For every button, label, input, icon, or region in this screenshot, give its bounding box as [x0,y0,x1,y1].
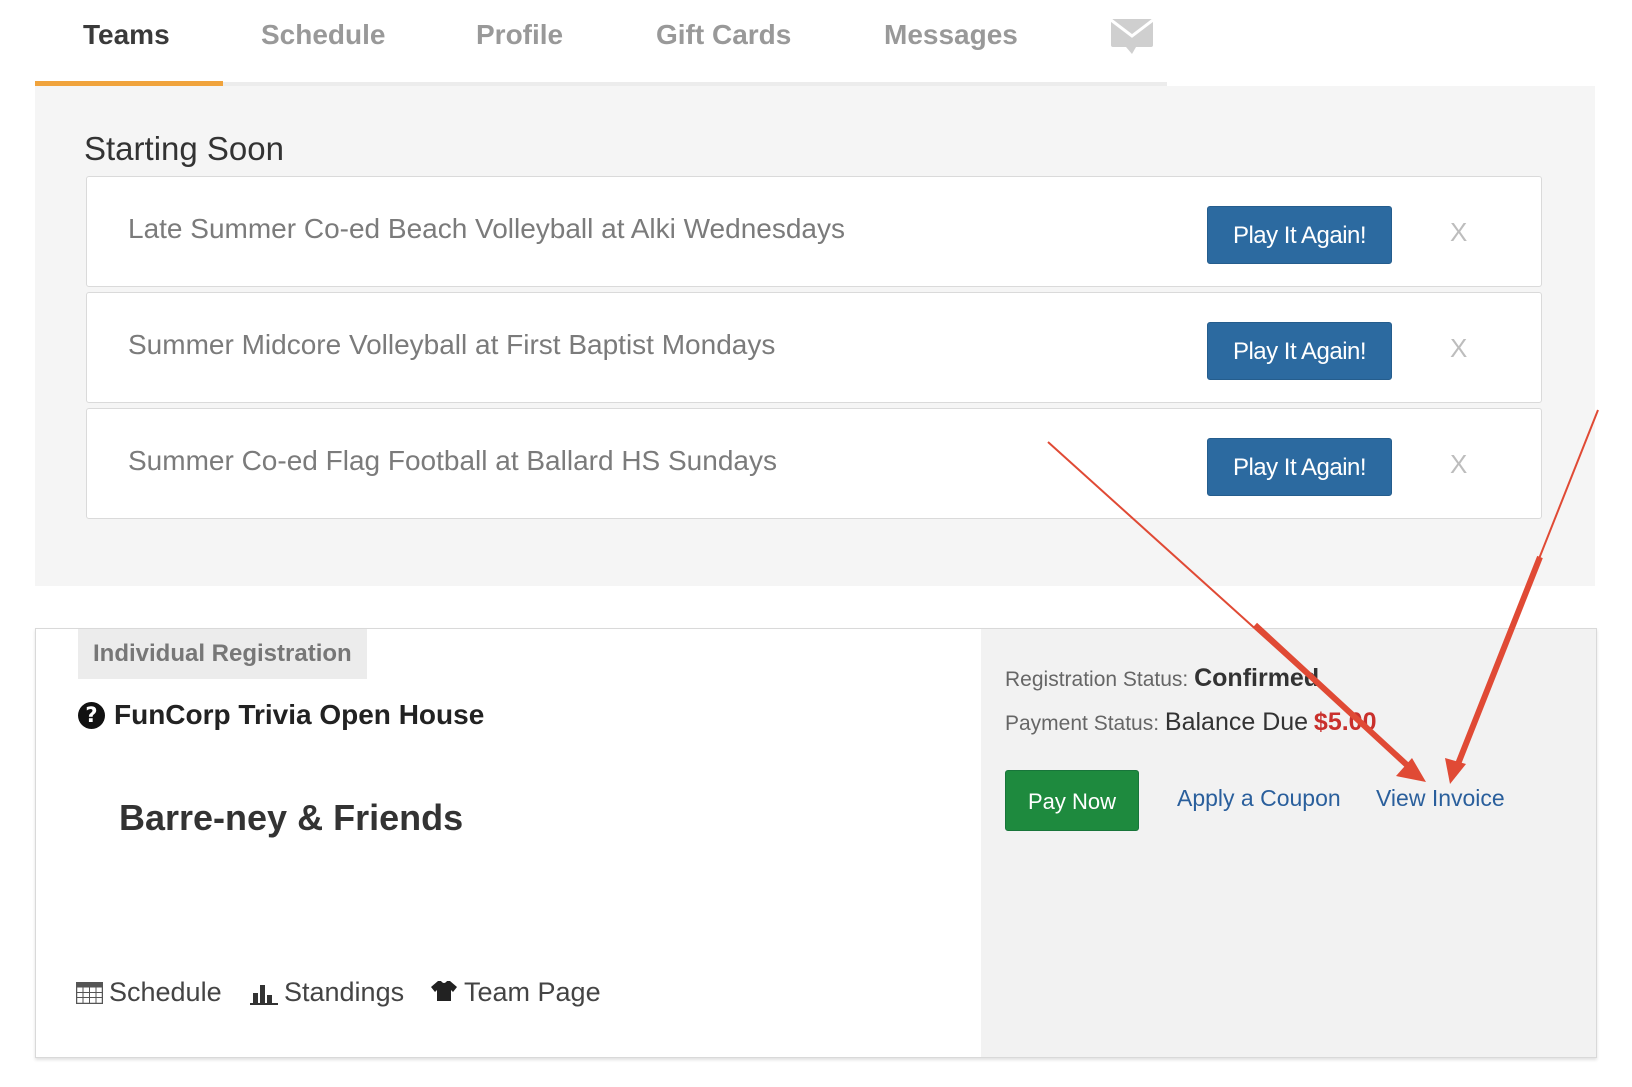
starting-soon-panel: Starting Soon Late Summer Co-ed Beach Vo… [35,86,1595,586]
balance-due-amount: $5.00 [1313,708,1377,736]
team-page-link-label: Team Page [464,977,601,1007]
payment-status: Payment Status: Balance Due $5.00 [1005,708,1376,737]
team-jersey-icon [431,980,457,1001]
team-name: Barre-ney & Friends [119,797,464,838]
play-it-again-button[interactable]: Play It Again! [1207,322,1392,380]
registration-status-label: Registration Status: [1005,668,1189,691]
registration-status-panel: Registration Status: Confirmed Payment S… [981,629,1596,1057]
tab-schedule[interactable]: Schedule [261,0,385,86]
list-item: Summer Midcore Volleyball at First Bapti… [86,292,1542,403]
play-it-again-button[interactable]: Play It Again! [1207,438,1392,496]
pay-now-button[interactable]: Pay Now [1005,770,1139,831]
registration-status: Registration Status: Confirmed [1005,664,1319,693]
list-item: Late Summer Co-ed Beach Volleyball at Al… [86,176,1542,287]
dismiss-button[interactable]: X [1450,449,1467,480]
starting-soon-title: Starting Soon [84,130,284,167]
schedule-link-label: Schedule [109,977,222,1007]
list-item: Summer Co-ed Flag Football at Ballard HS… [86,408,1542,519]
dismiss-button[interactable]: X [1450,333,1467,364]
standings-chart-icon [250,984,278,1005]
tab-teams[interactable]: Teams [83,0,170,86]
envelope-icon[interactable] [1110,18,1154,54]
question-circle-icon[interactable]: ? [78,701,105,729]
registration-type-badge: Individual Registration [78,629,367,679]
league-name: Summer Co-ed Flag Football at Ballard HS… [128,445,777,476]
tab-gift-cards[interactable]: Gift Cards [656,0,791,86]
event-title: ? FunCorp Trivia Open House [78,699,484,731]
payment-status-value: Balance Due [1164,708,1309,736]
payment-status-label: Payment Status: [1005,712,1160,735]
registration-card: Individual Registration ? FunCorp Trivia… [35,628,1597,1058]
play-it-again-button[interactable]: Play It Again! [1207,206,1392,264]
schedule-link[interactable]: Schedule [76,977,222,1008]
registration-status-value: Confirmed [1194,664,1320,692]
team-page-link[interactable]: Team Page [430,977,601,1008]
standings-link[interactable]: Standings [250,977,404,1008]
tab-messages[interactable]: Messages [884,0,1018,86]
calendar-icon [76,981,103,1004]
event-name: FunCorp Trivia Open House [114,699,485,730]
dismiss-button[interactable]: X [1450,217,1467,248]
tab-profile[interactable]: Profile [476,0,563,86]
apply-coupon-link[interactable]: Apply a Coupon [1177,785,1341,812]
tab-bar: Teams Schedule Profile Gift Cards Messag… [35,0,1167,86]
league-name: Summer Midcore Volleyball at First Bapti… [128,329,776,360]
view-invoice-link[interactable]: View Invoice [1376,785,1505,812]
league-name: Late Summer Co-ed Beach Volleyball at Al… [128,213,845,244]
standings-link-label: Standings [284,977,405,1007]
